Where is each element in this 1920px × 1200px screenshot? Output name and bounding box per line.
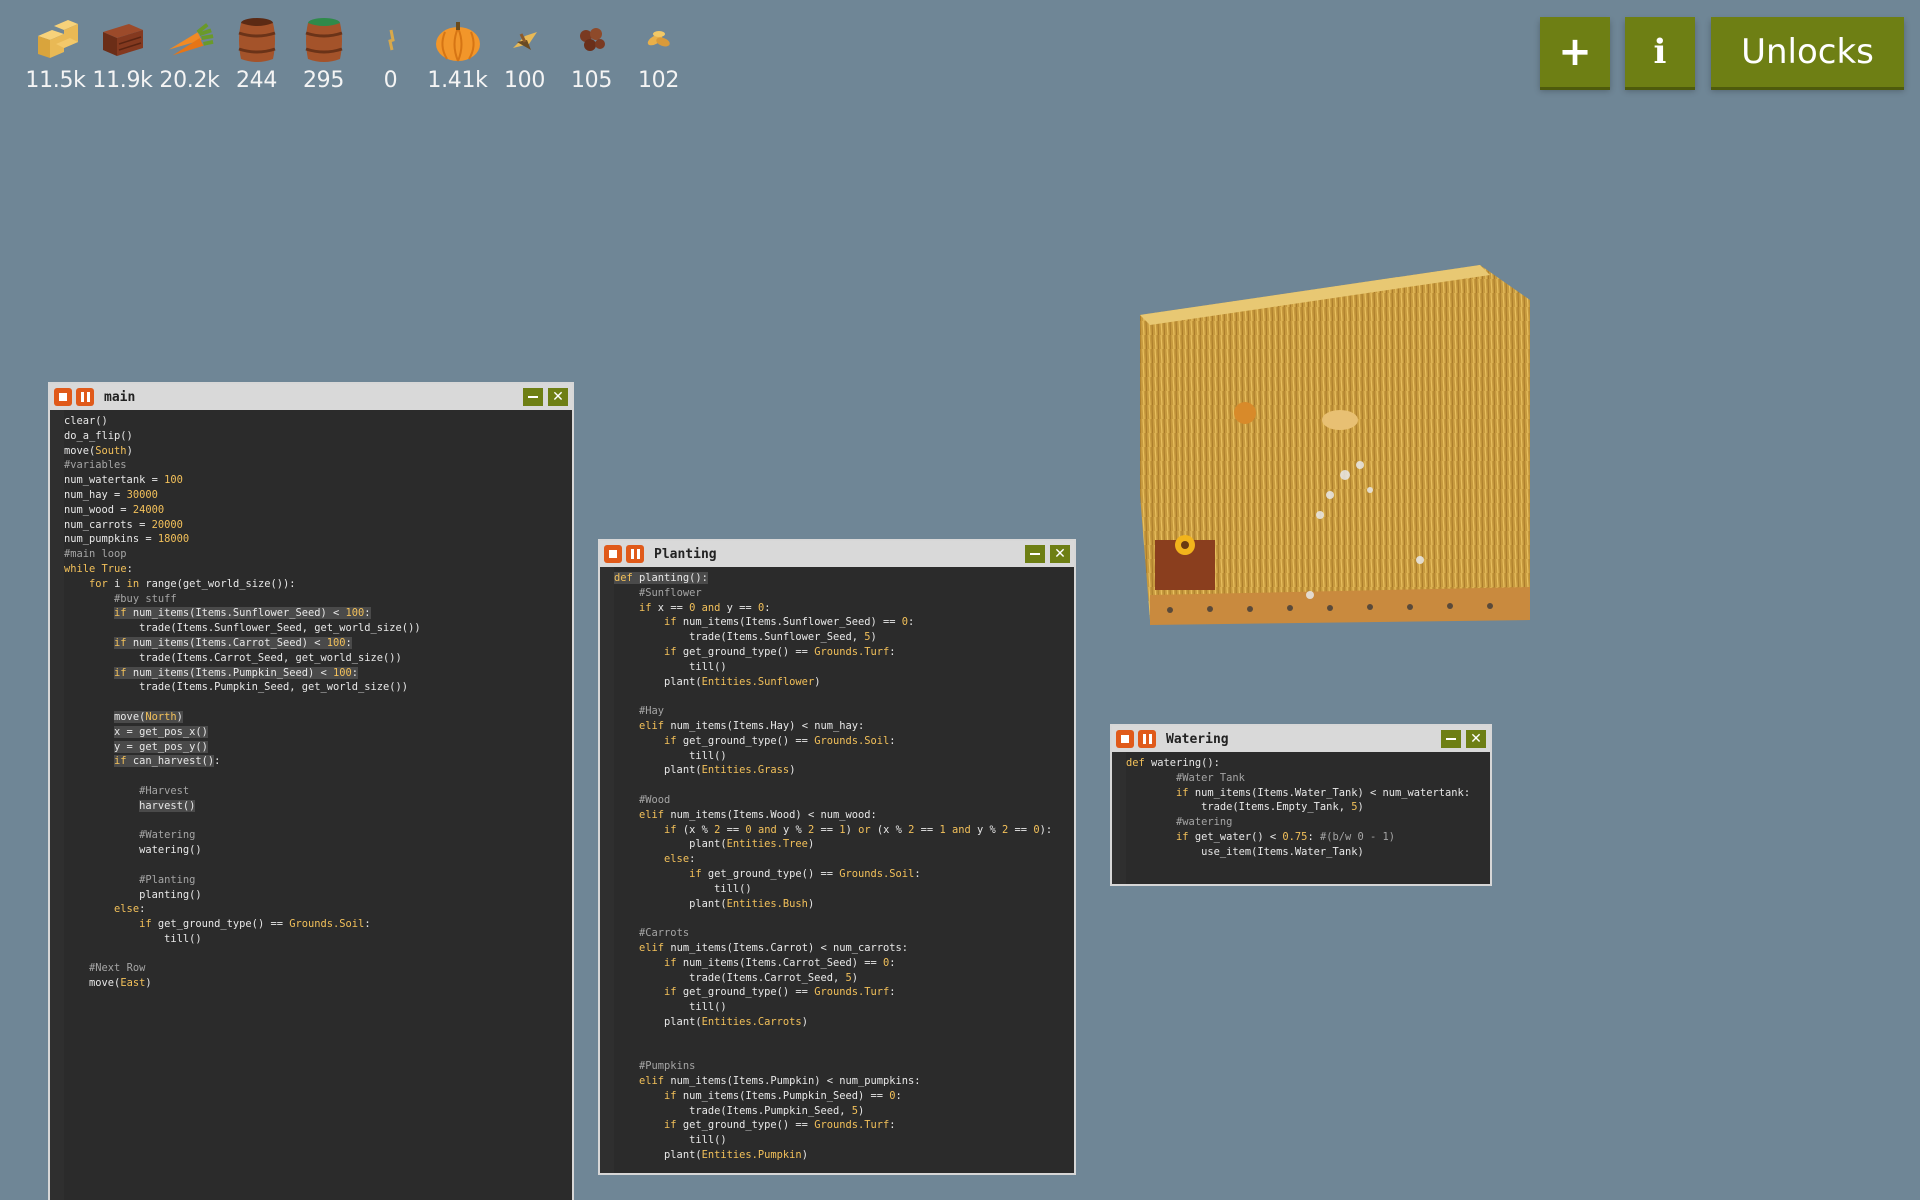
unlocks-button[interactable]: Unlocks — [1711, 17, 1904, 87]
farm-field-graphic — [1140, 265, 1530, 625]
window-titlebar[interactable]: main ✕ — [50, 384, 572, 410]
window-titlebar[interactable]: Watering ✕ — [1112, 726, 1490, 752]
resource-bar: 11.5k 11.9k 20.2k 244 295 0 1.41k 100 10… — [22, 14, 692, 93]
close-icon[interactable]: ✕ — [548, 388, 568, 406]
info-button[interactable]: i — [1625, 17, 1695, 87]
close-icon[interactable]: ✕ — [1050, 545, 1070, 563]
sunflower-seed-icon — [500, 14, 550, 66]
resource-water-tank: 295 — [290, 14, 357, 93]
resource-pumpkin-seed-value: 102 — [637, 68, 680, 93]
resource-pumpkin-value: 1.41k — [427, 68, 488, 93]
water-tank-icon — [299, 14, 349, 66]
resource-wood: 11.9k — [89, 14, 156, 93]
resource-wood-value: 11.9k — [92, 68, 153, 93]
resource-sunflower-seed-value: 100 — [503, 68, 546, 93]
resource-carrot: 20.2k — [156, 14, 223, 93]
code-editor[interactable]: clear() do_a_flip() move(South) #variabl… — [50, 410, 572, 991]
code-editor[interactable]: def watering(): #Water Tank if num_items… — [1112, 752, 1490, 860]
resource-water-tank-value: 295 — [302, 68, 345, 93]
pumpkin-seed-icon — [634, 14, 684, 66]
carrot-icon — [165, 14, 215, 66]
pause-icon[interactable] — [1138, 730, 1156, 748]
code-window-watering[interactable]: Watering ✕ def watering(): #Water Tank i… — [1110, 724, 1492, 886]
wood-icon — [98, 14, 148, 66]
resource-hay: 11.5k — [22, 14, 89, 93]
resource-sunflower-seed: 100 — [491, 14, 558, 93]
stop-icon[interactable] — [604, 545, 622, 563]
resource-empty-tank: 244 — [223, 14, 290, 93]
resource-pumpkin: 1.41k — [424, 14, 491, 93]
window-title: Planting — [654, 546, 717, 562]
resource-carrot-value: 20.2k — [159, 68, 220, 93]
power-icon — [366, 14, 416, 66]
code-editor[interactable]: def planting(): #Sunflower if x == 0 and… — [600, 567, 1074, 1163]
empty-tank-icon — [232, 14, 282, 66]
stop-icon[interactable] — [1116, 730, 1134, 748]
minimize-icon[interactable] — [1441, 730, 1461, 748]
pumpkin-icon — [433, 14, 483, 66]
resource-pumpkin-seed: 102 — [625, 14, 692, 93]
farm-field[interactable] — [1130, 195, 1530, 625]
hay-icon — [31, 14, 81, 66]
pause-icon[interactable] — [76, 388, 94, 406]
resource-power: 0 — [357, 14, 424, 93]
resource-carrot-seed: 105 — [558, 14, 625, 93]
pause-icon[interactable] — [626, 545, 644, 563]
window-titlebar[interactable]: Planting ✕ — [600, 541, 1074, 567]
close-icon[interactable]: ✕ — [1466, 730, 1486, 748]
window-title: Watering — [1166, 731, 1229, 747]
minimize-icon[interactable] — [1025, 545, 1045, 563]
resource-carrot-seed-value: 105 — [570, 68, 613, 93]
window-title: main — [104, 389, 136, 405]
resource-power-value: 0 — [383, 68, 398, 93]
add-button[interactable]: + — [1540, 17, 1610, 87]
minimize-icon[interactable] — [523, 388, 543, 406]
code-window-planting[interactable]: Planting ✕ def planting(): #Sunflower if… — [598, 539, 1076, 1175]
carrot-seed-icon — [567, 14, 617, 66]
stop-icon[interactable] — [54, 388, 72, 406]
resource-hay-value: 11.5k — [25, 68, 86, 93]
code-window-main[interactable]: main ✕ clear() do_a_flip() move(South) #… — [48, 382, 574, 1200]
resource-empty-tank-value: 244 — [235, 68, 278, 93]
